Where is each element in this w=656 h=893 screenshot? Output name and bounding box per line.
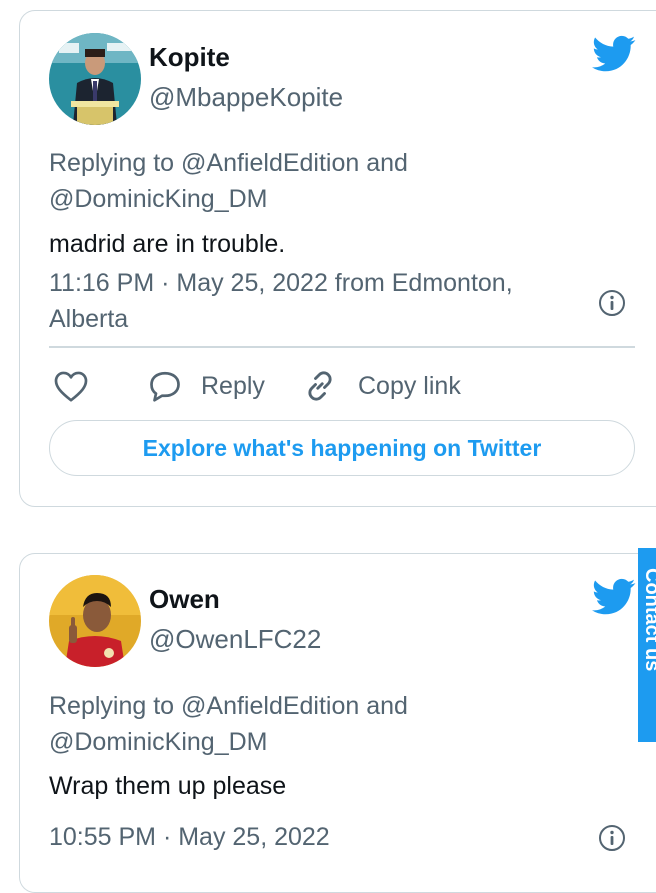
mention-link[interactable]: @DominicKing_DM <box>49 185 268 213</box>
avatar[interactable] <box>49 33 141 125</box>
reply-label: Reply <box>201 371 265 400</box>
info-icon[interactable] <box>598 289 626 317</box>
replying-to: Replying to @AnfieldEdition and @Dominic… <box>49 145 589 217</box>
contact-us-tab[interactable]: Contact us <box>638 548 656 742</box>
tweet-timestamp[interactable]: 11:16 PM · May 25, 2022 from Edmonton, A… <box>49 265 569 337</box>
reply-and: and <box>366 692 408 720</box>
reply-prefix: Replying to <box>49 692 175 720</box>
mention-link[interactable]: @AnfieldEdition <box>181 149 359 177</box>
display-name[interactable]: Owen <box>149 584 220 615</box>
timestamp-line-2[interactable]: Alberta <box>49 305 128 333</box>
reply-button[interactable]: Reply <box>147 366 265 406</box>
display-name[interactable]: Kopite <box>149 42 230 73</box>
avatar[interactable] <box>49 575 141 667</box>
reply-and: and <box>366 149 408 177</box>
replying-to: Replying to @AnfieldEdition and @Dominic… <box>49 688 589 760</box>
contact-us-label: Contact us <box>641 568 656 672</box>
reply-prefix: Replying to <box>49 149 175 177</box>
divider <box>49 346 635 348</box>
reply-bubble-icon <box>150 371 180 402</box>
heart-icon <box>54 371 88 402</box>
copy-link-label: Copy link <box>358 371 461 400</box>
tweet-card[interactable]: Kopite @MbappeKopite Replying to @Anfiel… <box>19 10 656 507</box>
user-handle[interactable]: @MbappeKopite <box>149 82 343 113</box>
timestamp-line-1[interactable]: 10:55 PM · May 25, 2022 <box>49 823 330 851</box>
twitter-bird-icon[interactable] <box>592 578 636 616</box>
explore-twitter-button[interactable]: Explore what's happening on Twitter <box>49 420 635 476</box>
like-button[interactable] <box>53 366 89 406</box>
mention-link[interactable]: @AnfieldEdition <box>181 692 359 720</box>
tweet-text: madrid are in trouble. <box>49 230 286 258</box>
info-icon[interactable] <box>598 824 626 852</box>
link-icon <box>308 371 332 401</box>
twitter-bird-icon[interactable] <box>592 35 636 73</box>
timestamp-line-1[interactable]: 11:16 PM · May 25, 2022 from Edmonton, <box>49 269 513 297</box>
mention-link[interactable]: @DominicKing_DM <box>49 728 268 756</box>
tweet-timestamp[interactable]: 10:55 PM · May 25, 2022 <box>49 819 569 855</box>
tweet-card[interactable]: Owen @OwenLFC22 Replying to @AnfieldEdit… <box>19 553 656 893</box>
user-handle[interactable]: @OwenLFC22 <box>149 624 321 655</box>
tweet-text: Wrap them up please <box>49 772 287 800</box>
copy-link-button[interactable]: Copy link <box>302 366 461 406</box>
